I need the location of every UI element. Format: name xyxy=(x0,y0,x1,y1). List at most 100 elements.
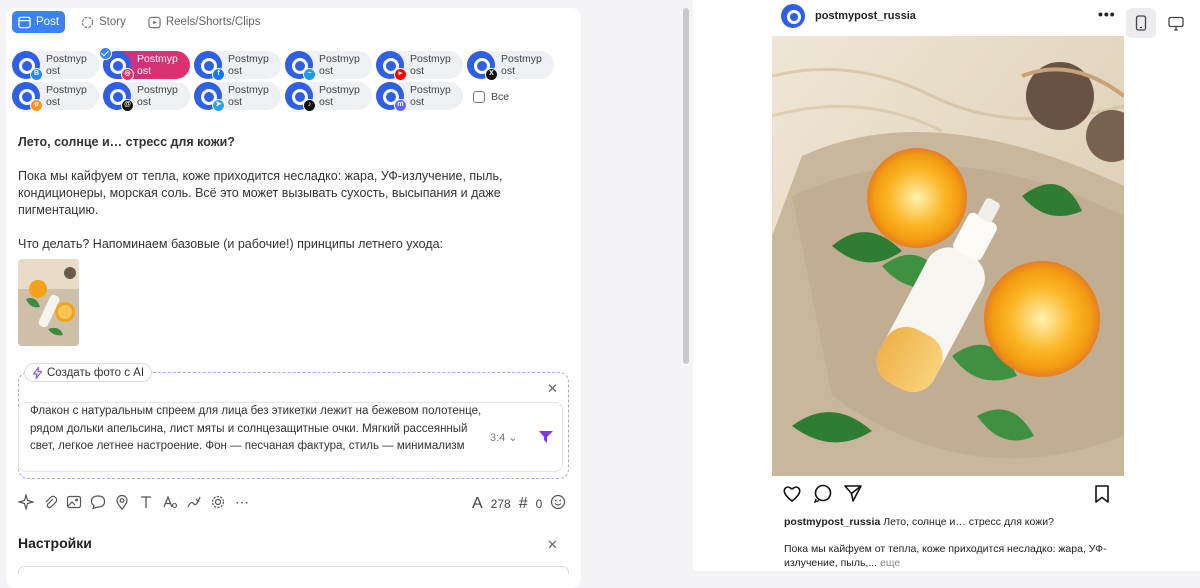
more-options-icon[interactable]: ⋯ xyxy=(234,494,250,510)
preview-header: postmypost_russia xyxy=(781,4,916,28)
checkbox-icon xyxy=(473,91,485,103)
aspect-ratio-value: 3:4 xyxy=(490,432,506,444)
aspect-ratio-select[interactable]: 3:4 ⌄ xyxy=(490,431,518,444)
editor-scrollbar[interactable] xyxy=(683,8,689,364)
ai-send-button[interactable] xyxy=(538,430,554,449)
account-name-2: ost xyxy=(46,96,61,108)
preview-actions xyxy=(783,484,1113,509)
account-name: Postmyp xyxy=(410,53,451,65)
account-mastodon[interactable]: m Postmyp ost xyxy=(376,82,463,112)
avatar xyxy=(781,4,805,28)
ai-close-icon[interactable]: ✕ xyxy=(547,381,558,397)
account-name: Postmyp xyxy=(137,84,178,96)
character-count-icon: A xyxy=(472,494,483,512)
tab-reels[interactable]: Reels/Shorts/Clips xyxy=(142,11,267,33)
telegram-icon: ➤ xyxy=(212,99,225,112)
avatar: ♪ xyxy=(285,82,316,112)
caption-username: postmypost_russia xyxy=(784,516,881,528)
more-options-icon[interactable]: ••• xyxy=(1098,6,1116,22)
threads-icon: @ xyxy=(121,99,134,112)
avatar: o xyxy=(12,82,43,112)
select-all-label: Все xyxy=(491,91,510,103)
account-bluesky[interactable]: ~ Postmyp ost xyxy=(285,51,372,81)
product-photo-icon xyxy=(18,259,79,346)
image-icon[interactable] xyxy=(66,494,82,510)
account-name: Postmyp xyxy=(137,53,178,65)
preview-body: Пока мы кайфуем от тепла, коже приходитс… xyxy=(784,542,1114,570)
desktop-preview-button[interactable] xyxy=(1161,8,1191,38)
settings-gear-icon[interactable] xyxy=(210,494,226,510)
account-instagram[interactable]: ◎ Postmyp ost xyxy=(99,47,190,81)
account-facebook[interactable]: f Postmyp ost xyxy=(194,51,281,81)
avatar: X xyxy=(467,51,498,81)
post-title: Лето, солнце и… стресс для кожи? xyxy=(18,135,235,149)
tab-post-label: Post xyxy=(36,16,60,28)
editor-toolbar: ⋯ xyxy=(18,494,250,510)
account-name-2: ost xyxy=(410,65,425,77)
hashtag-count: 0 xyxy=(535,496,543,511)
signature-icon[interactable] xyxy=(186,494,202,510)
account-name: Postmyp xyxy=(228,84,269,96)
youtube-icon: ▸ xyxy=(394,68,407,81)
lightning-icon xyxy=(32,366,43,379)
selected-check-icon xyxy=(99,47,112,60)
preview-caption: postmypost_russia Лето, солнце и… стресс… xyxy=(784,515,1114,529)
account-name-2: ost xyxy=(228,96,243,108)
account-name-2: ost xyxy=(319,65,334,77)
preview-post-image xyxy=(772,36,1124,476)
account-name: Postmyp xyxy=(410,84,451,96)
ai-tag-label: Создать фото с AI xyxy=(47,366,145,379)
post-counters: A 278 # 0 xyxy=(472,494,566,513)
caption-title: Лето, солнце и… стресс для кожи? xyxy=(883,516,1054,528)
attached-image-thumbnail[interactable] xyxy=(18,259,79,346)
account-threads[interactable]: @ Postmyp ost xyxy=(103,82,190,112)
ai-generate-tag[interactable]: Создать фото с AI xyxy=(24,363,153,382)
show-more-link[interactable]: еще xyxy=(880,557,900,569)
avatar: ▸ xyxy=(376,51,407,81)
x-icon: X xyxy=(485,68,498,81)
hashtag-icon: # xyxy=(518,494,528,512)
post-text-editor[interactable]: Лето, солнце и… стресс для кожи? Пока мы… xyxy=(18,134,578,270)
heart-icon[interactable] xyxy=(783,486,801,503)
select-all-checkbox[interactable]: Все xyxy=(473,91,509,103)
emoji-icon[interactable] xyxy=(550,494,566,513)
account-tiktok[interactable]: ♪ Postmyp ost xyxy=(285,82,372,112)
ai-sparkle-icon[interactable] xyxy=(18,494,34,510)
tab-post[interactable]: Post xyxy=(12,11,66,33)
font-style-icon[interactable] xyxy=(162,494,178,510)
tab-story[interactable]: Story xyxy=(75,11,132,33)
avatar: f xyxy=(194,51,225,81)
comment-icon[interactable] xyxy=(813,484,832,504)
post-paragraph-2: Что делать? Напоминаем базовые (и рабочи… xyxy=(18,237,443,251)
settings-collapse-icon[interactable]: ✕ xyxy=(547,537,558,553)
avatar: ~ xyxy=(285,51,316,81)
tab-reels-label: Reels/Shorts/Clips xyxy=(165,16,261,28)
text-format-icon[interactable] xyxy=(138,494,154,510)
account-name: Postmyp xyxy=(319,84,360,96)
account-x[interactable]: X Postmyp ost xyxy=(467,51,554,81)
avatar: ➤ xyxy=(194,82,225,112)
send-icon xyxy=(539,431,553,443)
account-name-2: ost xyxy=(137,96,152,108)
chevron-down-icon: ⌄ xyxy=(508,432,518,444)
account-youtube[interactable]: ▸ Postmyp ost xyxy=(376,51,463,81)
attach-icon[interactable] xyxy=(42,494,58,510)
comment-icon[interactable] xyxy=(90,494,106,510)
phone-icon xyxy=(1135,15,1147,31)
vk-icon: B xyxy=(30,68,43,81)
account-telegram[interactable]: ➤ Postmyp ost xyxy=(194,82,281,112)
mobile-preview-button[interactable] xyxy=(1126,8,1156,38)
account-name: Postmyp xyxy=(228,53,269,65)
account-name: Postmyp xyxy=(46,84,87,96)
account-name-2: ost xyxy=(228,65,243,77)
location-icon[interactable] xyxy=(114,494,130,510)
account-vk[interactable]: B Postmyp ost xyxy=(12,51,99,81)
bookmark-icon[interactable] xyxy=(1095,485,1109,503)
reels-icon xyxy=(148,16,161,28)
bluesky-icon: ~ xyxy=(303,68,316,81)
product-photo-icon xyxy=(772,36,1124,476)
account-odnoklassniki[interactable]: o Postmyp ost xyxy=(12,82,99,112)
account-name-2: ost xyxy=(410,96,425,108)
share-icon[interactable] xyxy=(844,485,862,502)
tiktok-icon: ♪ xyxy=(303,99,316,112)
